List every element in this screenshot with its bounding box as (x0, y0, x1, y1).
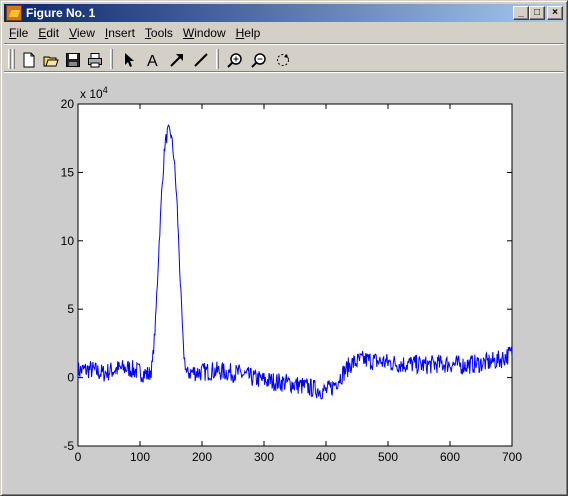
zoom-in-icon[interactable] (224, 49, 246, 71)
menu-edit[interactable]: Edit (33, 24, 64, 42)
figure-window: Figure No. 1 _ □ × File Edit View Insert… (0, 0, 568, 496)
x-tick-label: 700 (502, 450, 522, 464)
line-plot[interactable]: 0 100 200 300 400 500 600 700-505101520 x 104 (4, 74, 564, 494)
select-arrow-icon[interactable] (118, 49, 140, 71)
menu-help[interactable]: Help (231, 24, 266, 42)
open-folder-icon[interactable] (40, 49, 62, 71)
y-tick-label: 0 (67, 371, 74, 385)
y-exponent-label: x 104 (80, 85, 108, 101)
menu-view[interactable]: View (64, 24, 100, 42)
title-bar[interactable]: Figure No. 1 _ □ × (4, 4, 564, 22)
x-tick-label: 500 (378, 450, 398, 464)
text-tool-glyph: A (147, 53, 158, 68)
arrow-icon[interactable] (166, 49, 188, 71)
print-icon[interactable] (84, 49, 106, 71)
toolbar-grip[interactable] (12, 49, 15, 69)
y-tick-label: 15 (61, 165, 75, 179)
new-file-icon[interactable] (18, 49, 40, 71)
line-icon[interactable] (190, 49, 212, 71)
toolbar-separator (110, 49, 113, 69)
rotate-icon[interactable] (272, 49, 294, 71)
toolbar-separator (216, 49, 219, 69)
x-tick-label: 600 (440, 450, 460, 464)
toolbar-inner: A (4, 44, 564, 72)
menu-window[interactable]: Window (178, 24, 231, 42)
menu-file[interactable]: File (4, 24, 33, 42)
menu-insert[interactable]: Insert (100, 24, 140, 42)
x-tick-label: 200 (192, 450, 212, 464)
figure-canvas[interactable]: 0 100 200 300 400 500 600 700 -5 0 5 10 15 20 x 104 (4, 74, 564, 494)
axes-box[interactable] (77, 103, 513, 447)
matlab-logo-icon[interactable] (6, 5, 22, 21)
minimize-button[interactable]: _ (513, 6, 529, 20)
zoom-out-icon[interactable] (248, 49, 270, 71)
maximize-button[interactable]: □ (529, 6, 545, 20)
save-icon[interactable] (62, 49, 84, 71)
menu-bar: File Edit View Insert Tools Window Help (4, 23, 564, 42)
x-tick-label: 400 (316, 450, 336, 464)
figure-toolbar: A (4, 43, 564, 73)
menu-tools[interactable]: Tools (140, 24, 178, 42)
x-tick-label: 100 (130, 450, 150, 464)
y-tick-label: -5 (63, 439, 74, 453)
window-title: Figure No. 1 (26, 6, 96, 20)
text-icon[interactable]: A (142, 49, 164, 71)
toolbar-grip[interactable] (8, 49, 11, 69)
x-tick-label: 300 (254, 450, 274, 464)
y-tick-label: 10 (61, 234, 75, 248)
x-tick-label: 0 (75, 450, 82, 464)
y-tick-label: 5 (67, 302, 74, 316)
y-tick-label: 20 (61, 97, 75, 111)
close-button[interactable]: × (547, 6, 563, 20)
